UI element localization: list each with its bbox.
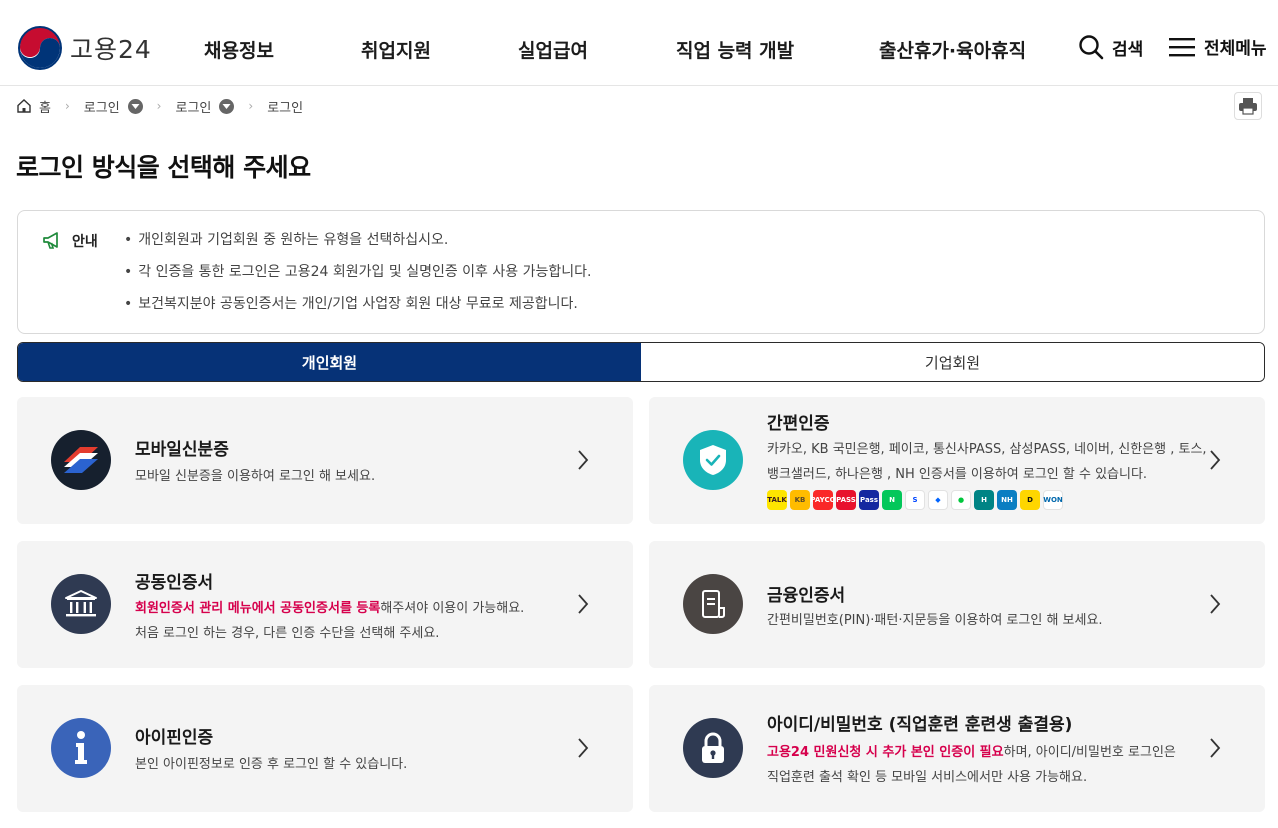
chevron-right-icon: [578, 450, 589, 470]
card-description: 모바일 신분증을 이용하여 로그인 해 보세요.: [135, 469, 376, 484]
provider-logo-icon: H: [974, 490, 994, 510]
nav-employment-support[interactable]: 취업지원: [361, 36, 431, 63]
card-title: 아이핀인증: [135, 728, 214, 748]
notice-item: 개인회원과 기업회원 중 원하는 유형을 선택하십시오.: [124, 229, 591, 261]
dropdown-toggle-icon[interactable]: [127, 98, 143, 114]
card-title: 공동인증서: [135, 573, 214, 593]
nav-unemployment-benefit[interactable]: 실업급여: [518, 36, 588, 63]
breadcrumb-item-label: 로그인: [175, 100, 212, 116]
search-label: 검색: [1112, 39, 1144, 60]
page-title: 로그인 방식을 선택해 주세요: [16, 153, 311, 182]
login-option-financial-certificate[interactable]: 금융인증서 간편비밀번호(PIN)·패턴·지문등을 이용하여 로그인 해 보세요…: [649, 541, 1265, 668]
card-description: 회원인증서 관리 메뉴에서 공동인증서를 등록해주셔야 이용이 가능해요. 처음…: [135, 596, 595, 646]
card-description-line: 처음 로그인 하는 경우, 다른 인증 수단을 선택해 주세요.: [135, 626, 440, 641]
card-description: 카카오, KB 국민은행, 페이코, 통신사PASS, 삼성PASS, 네이버,…: [767, 437, 1207, 487]
dropdown-toggle-icon[interactable]: [219, 98, 235, 114]
provider-logo-icon: PAYCO: [810, 490, 836, 510]
shield-check-icon: [683, 430, 743, 490]
card-description-line: 뱅크샐러드, 하나은행 , NH 인증서를 이용하여 로그인 할 수 있습니다.: [767, 467, 1148, 482]
notice-box: 안내 개인회원과 기업회원 중 원하는 유형을 선택하십시오. 각 인증을 통한…: [17, 210, 1265, 334]
notice-item: 각 인증을 통한 로그인은 고용24 회원가입 및 실명인증 이후 사용 가능합…: [124, 261, 591, 293]
nav-job-info[interactable]: 채용정보: [204, 36, 274, 63]
printer-icon: [1239, 98, 1257, 115]
provider-logo-icon: D: [1020, 490, 1040, 510]
card-description: 고용24 민원신청 시 추가 본인 인증이 필요하며, 아이디/비밀번호 로그인…: [767, 740, 1227, 790]
login-option-joint-certificate[interactable]: 공동인증서 회원인증서 관리 메뉴에서 공동인증서를 등록해주셔야 이용이 가능…: [17, 541, 633, 668]
tab-corporate-member[interactable]: 기업회원: [641, 343, 1264, 381]
site-header: 고용24 채용정보 취업지원 실업급여 직업 능력 개발 출산휴가·육아휴직 검…: [0, 0, 1278, 86]
breadcrumb-item[interactable]: 로그인: [175, 97, 235, 116]
financial-certificate-icon: [683, 574, 743, 634]
card-description: 본인 아이핀정보로 인증 후 로그인 할 수 있습니다.: [135, 757, 408, 772]
card-title: 아이디/비밀번호 (직업훈련 훈련생 출결용): [767, 715, 1073, 735]
login-option-id-password[interactable]: 아이디/비밀번호 (직업훈련 훈련생 출결용) 고용24 민원신청 시 추가 본…: [649, 685, 1265, 812]
highlight-text: 고용24 민원신청 시 추가 본인 인증이 필요: [767, 745, 1004, 760]
card-description-line: 직업훈련 출석 확인 등 모바일 서비스에서만 사용 가능해요.: [767, 770, 1088, 785]
home-icon: [17, 99, 31, 113]
login-option-ipin[interactable]: 아이핀인증 본인 아이핀정보로 인증 후 로그인 할 수 있습니다.: [17, 685, 633, 812]
chevron-right-icon: [1210, 738, 1221, 758]
card-title: 모바일신분증: [135, 440, 229, 460]
nav-vocational-training[interactable]: 직업 능력 개발: [676, 36, 794, 63]
chevron-right-icon: [1210, 594, 1221, 614]
provider-logo-icon: S: [905, 490, 925, 510]
login-option-simple-auth[interactable]: 간편인증 카카오, KB 국민은행, 페이코, 통신사PASS, 삼성PASS,…: [649, 397, 1265, 524]
logo-text: 고용24: [70, 35, 152, 64]
breadcrumb-current: 로그인: [267, 97, 303, 116]
card-description-text: 하며, 아이디/비밀번호 로그인은: [1003, 745, 1176, 760]
site-logo[interactable]: 고용24: [18, 26, 152, 70]
card-description-text: 해주셔야 이용이 가능해요.: [380, 601, 525, 616]
provider-logo-icon: NH: [997, 490, 1017, 510]
hamburger-menu-icon: [1169, 37, 1195, 56]
card-title: 금융인증서: [767, 586, 846, 606]
member-type-tabs: 개인회원 기업회원: [17, 342, 1265, 382]
chevron-right-icon: [578, 738, 589, 758]
card-description-line: 고용24 민원신청 시 추가 본인 인증이 필요하며, 아이디/비밀번호 로그인…: [767, 740, 1227, 765]
provider-logo-icon: WON: [1043, 490, 1063, 510]
nav-parental-leave[interactable]: 출산휴가·육아휴직: [879, 36, 1026, 63]
provider-logo-icon: N: [882, 490, 902, 510]
provider-logo-icon: ●: [951, 490, 971, 510]
bank-building-icon: [51, 574, 111, 634]
chevron-right-icon: [578, 594, 589, 614]
provider-logo-icon: PASS: [836, 490, 856, 510]
card-description-line: 카카오, KB 국민은행, 페이코, 통신사PASS, 삼성PASS, 네이버,…: [767, 442, 1207, 457]
print-button[interactable]: [1234, 92, 1262, 120]
info-icon: [51, 718, 111, 778]
highlight-text: 회원인증서 관리 메뉴에서 공동인증서를 등록: [135, 601, 381, 616]
breadcrumb-home[interactable]: 홈: [16, 97, 51, 116]
notice-list: 개인회원과 기업회원 중 원하는 유형을 선택하십시오. 각 인증을 통한 로그…: [124, 229, 591, 325]
card-description-line: 회원인증서 관리 메뉴에서 공동인증서를 등록해주셔야 이용이 가능해요.: [135, 596, 595, 621]
provider-logo-icon: Pass: [859, 490, 879, 510]
breadcrumb: 홈 › 로그인 › 로그인 › 로그인: [16, 96, 303, 116]
mobile-id-icon: [51, 430, 111, 490]
provider-logo-icon: ◆: [928, 490, 948, 510]
card-description: 간편비밀번호(PIN)·패턴·지문등을 이용하여 로그인 해 보세요.: [767, 613, 1103, 628]
chevron-right-icon: ›: [248, 99, 254, 113]
breadcrumb-home-label: 홈: [39, 100, 51, 116]
card-title: 간편인증: [767, 414, 830, 434]
lock-icon: [683, 718, 743, 778]
tab-personal-member[interactable]: 개인회원: [18, 343, 641, 381]
taegeuk-logo-icon: [18, 26, 62, 70]
breadcrumb-item-label: 로그인: [267, 100, 304, 116]
megaphone-icon: [43, 232, 58, 249]
breadcrumb-item[interactable]: 로그인: [84, 97, 143, 116]
provider-logo-icon: TALK: [767, 490, 787, 510]
notice-item: 보건복지분야 공동인증서는 개인/기업 사업장 회원 대상 무료로 제공합니다.: [124, 293, 591, 325]
all-menu-button[interactable]: 전체메뉴: [1168, 34, 1267, 59]
notice-label-text: 안내: [72, 234, 98, 250]
search-icon: [1079, 35, 1104, 60]
login-option-mobile-id[interactable]: 모바일신분증 모바일 신분증을 이용하여 로그인 해 보세요.: [17, 397, 633, 524]
provider-badge-list: TALK KB PAYCO PASS Pass N S ◆ ● H NH D WON: [767, 490, 1066, 510]
breadcrumb-item-label: 로그인: [83, 100, 120, 116]
provider-logo-icon: KB: [790, 490, 810, 510]
notice-label: 안내: [42, 231, 98, 251]
chevron-right-icon: ›: [156, 99, 162, 113]
all-menu-label: 전체메뉴: [1204, 39, 1267, 59]
chevron-right-icon: ›: [64, 99, 70, 113]
chevron-right-icon: [1210, 450, 1221, 470]
search-button[interactable]: 검색: [1078, 34, 1143, 60]
